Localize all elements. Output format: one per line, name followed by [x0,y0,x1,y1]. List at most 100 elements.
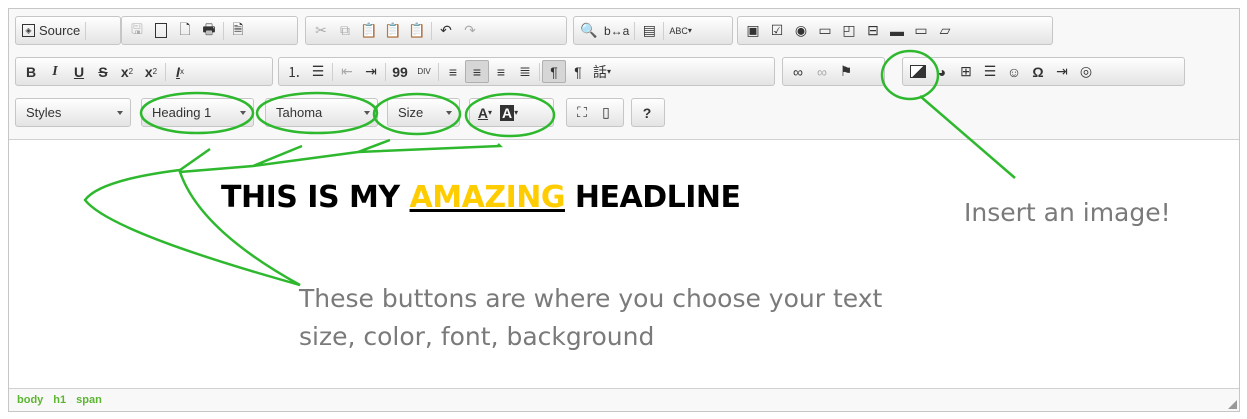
underline-button[interactable]: U [67,60,91,83]
outdent-button[interactable]: ⇤ [335,60,359,83]
preview-button[interactable]: 🗋 [173,19,197,42]
language-button[interactable]: 話 ▾ [590,60,614,83]
bg-color-button[interactable]: A ▾ [497,101,521,124]
blockquote-button[interactable]: 99 [388,60,412,83]
element-path-bar: body h1 span [9,388,1239,411]
chevron-down-icon: ▾ [687,26,692,35]
copy-icon: ⧉ [340,22,350,38]
bidi-rtl-button[interactable]: ¶ [566,60,590,83]
format-combo[interactable]: Heading 1 [141,98,254,127]
textarea-button[interactable]: ◰ [837,19,861,42]
bulleted-list-button[interactable]: ☰ [306,60,330,83]
smiley-button[interactable]: ☺ [1002,60,1026,83]
separator [431,21,432,40]
bidi-ltr-button[interactable]: ¶ [542,60,566,83]
path-item-h1[interactable]: h1 [53,394,66,406]
annotation-insert-image: Insert an image! [964,198,1171,227]
toolbar-group-tools: ⛶ ▯ [566,98,624,127]
align-center-button[interactable]: ≡ [465,60,489,83]
print-button[interactable]: 🖶 [197,19,221,42]
redo-button[interactable]: ↷ [458,19,482,42]
templates-icon: 🗎 [232,20,244,37]
find-button[interactable]: 🔍 [577,19,601,42]
strikethrough-button[interactable]: S [91,60,115,83]
separator [223,21,224,40]
toolbar-group-links: ∞ ∞ ⚑ [782,57,885,86]
image-button[interactable] [906,60,930,83]
copy-button[interactable]: ⧉ [333,19,357,42]
templates-button[interactable]: 🗎 [226,19,250,42]
paste-word-button[interactable]: 📋 [405,19,429,42]
size-combo[interactable]: Size [387,98,460,127]
separator [634,21,636,40]
styles-combo[interactable]: Styles [15,98,131,127]
anchor-button[interactable]: ⚑ [834,60,858,83]
chevron-down-icon: ▾ [514,108,519,117]
indent-button[interactable]: ⇥ [359,60,383,83]
path-item-body[interactable]: body [17,394,43,406]
textfield-icon: ▭ [818,22,832,38]
form-button-button[interactable]: ▬ [885,19,909,42]
table-button[interactable]: ⊞ [954,60,978,83]
paste-button[interactable]: 📋 [357,19,381,42]
save-button[interactable]: 🖫 [125,19,149,42]
link-button[interactable]: ∞ [786,60,810,83]
separator [663,21,665,40]
new-page-button[interactable] [149,19,173,42]
chevron-down-icon [117,111,123,115]
indent-icon: ⇥ [365,63,377,79]
special-char-button[interactable]: Ω [1026,60,1050,83]
source-button[interactable]: ◈ Source [19,19,83,42]
chevron-down-icon [446,111,452,115]
superscript-button[interactable]: x2 [139,60,163,83]
toolbar-group-editing: 🔍 b↔a ▤ ABC ▾ [573,16,733,45]
preview-icon: 🗋 [179,20,191,37]
question-icon: ? [642,104,652,121]
paste-text-button[interactable]: 📋 [381,19,405,42]
font-combo[interactable]: Tahoma [265,98,378,127]
radio-button[interactable]: ◉ [789,19,813,42]
hidden-field-icon: ▱ [939,22,951,38]
textfield-button[interactable]: ▭ [813,19,837,42]
align-justify-button[interactable]: ≣ [513,60,537,83]
cut-button[interactable]: ✂ [309,19,333,42]
flag-icon: ⚑ [839,63,853,79]
flash-button[interactable]: ◕ [930,60,954,83]
checkbox-button[interactable]: ☑ [765,19,789,42]
form-button[interactable]: ▣ [741,19,765,42]
show-blocks-button[interactable]: ▯ [594,101,618,124]
iframe-button[interactable]: ◎ [1074,60,1098,83]
form-icon: ▣ [746,22,760,38]
show-blocks-icon: ▯ [602,104,610,120]
create-div-button[interactable]: DIV [412,60,436,83]
outdent-icon: ⇤ [341,63,353,79]
smiley-icon: ☺ [1006,63,1022,80]
ltr-icon: ¶ [550,63,558,80]
hidden-field-button[interactable]: ▱ [933,19,957,42]
replace-button[interactable]: b↔a [601,19,632,42]
undo-button[interactable]: ↶ [434,19,458,42]
horizontal-rule-button[interactable]: ☰ [978,60,1002,83]
resize-handle[interactable] [1228,400,1237,409]
page-break-icon: ⇥ [1056,63,1068,79]
align-center-icon: ≡ [472,63,482,80]
bold-button[interactable]: B [19,60,43,83]
annotation-buttons: These buttons are where you choose your … [299,284,883,351]
maximize-button[interactable]: ⛶ [570,101,594,124]
image-button-button[interactable]: ▭ [909,19,933,42]
select-all-button[interactable]: ▤ [637,19,661,42]
path-item-span[interactable]: span [76,394,102,406]
numbered-list-button[interactable]: ⒈ [282,60,306,83]
help-button[interactable]: ? [635,101,659,124]
unlink-button[interactable]: ∞ [810,60,834,83]
remove-format-button[interactable]: Ix [168,60,192,83]
align-left-button[interactable]: ≡ [441,60,465,83]
text-color-button[interactable]: A ▾ [473,101,497,124]
editor-content[interactable]: THIS IS MY AMAZING HEADLINE Insert an im… [9,140,1239,390]
italic-button[interactable]: I [43,60,67,83]
spellcheck-button[interactable]: ABC ▾ [666,19,695,42]
select-button[interactable]: ⊟ [861,19,885,42]
subscript-button[interactable]: x2 [115,60,139,83]
page-break-button[interactable]: ⇥ [1050,60,1074,83]
align-right-button[interactable]: ≡ [489,60,513,83]
